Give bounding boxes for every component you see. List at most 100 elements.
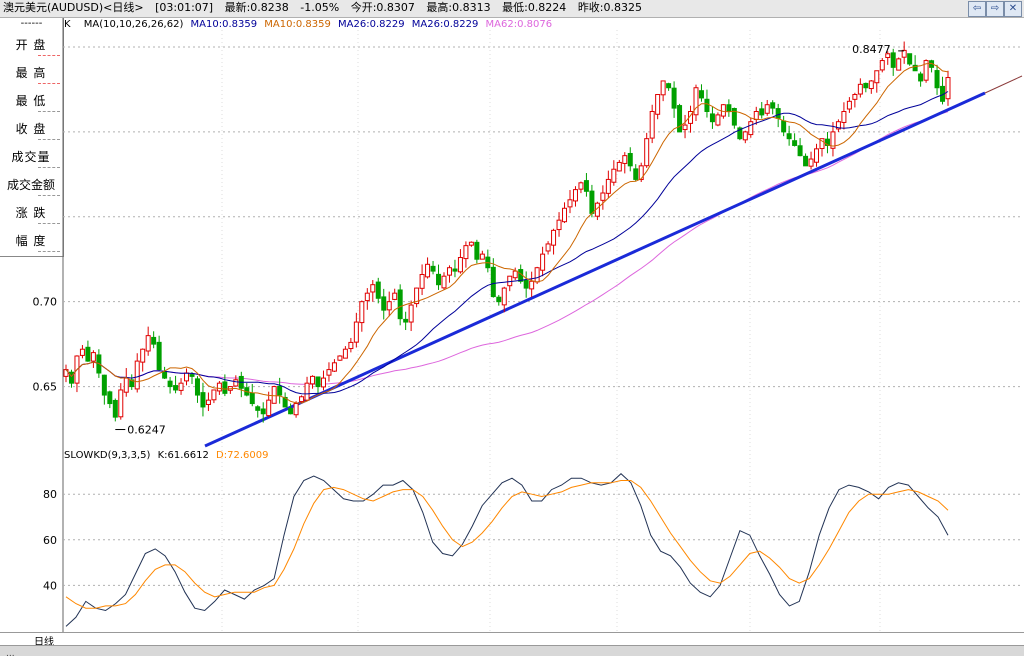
candle-body <box>868 80 874 90</box>
stoch-tick-label: 40 <box>43 579 57 592</box>
candle-body <box>260 408 266 415</box>
candle-body <box>764 104 770 114</box>
candle-body <box>666 83 672 89</box>
candle-body <box>403 318 409 323</box>
candle-body <box>118 389 124 418</box>
candle-body <box>693 87 699 116</box>
candle-body <box>320 377 326 388</box>
candle-body <box>375 281 381 299</box>
status-bar: ... <box>0 645 1024 656</box>
candle-body <box>200 392 206 408</box>
candle-body <box>846 100 852 110</box>
candle-body <box>611 168 617 183</box>
candle-body <box>222 381 228 394</box>
ma62-value: MA62:0.8076 <box>485 19 553 30</box>
candle-body <box>364 292 370 302</box>
candle-body <box>408 304 414 323</box>
candle-body <box>857 83 863 95</box>
candle-body <box>446 267 452 276</box>
candle-body <box>890 52 896 68</box>
candle-body <box>540 253 546 271</box>
candle-body <box>523 279 529 289</box>
candle-body <box>709 113 715 123</box>
candle-body <box>490 266 496 298</box>
candle-body <box>770 102 776 109</box>
candle-body <box>463 245 469 260</box>
candle-body <box>184 372 190 382</box>
candle-body <box>381 296 387 311</box>
candle-body <box>803 155 809 167</box>
candle-body <box>655 94 661 115</box>
candle-body <box>419 274 425 289</box>
candle-body <box>79 348 85 356</box>
ma-legend: K MA(10,10,26,26,62) MA10:0.8359 MA10:0.… <box>64 19 552 30</box>
candle-body <box>874 70 880 84</box>
candle-body <box>534 267 540 283</box>
candle-body <box>173 385 179 391</box>
candle-body <box>589 190 595 214</box>
candle-body <box>304 382 310 401</box>
stoch-k-value: K:61.6612 <box>157 450 209 461</box>
candle-body <box>430 265 436 272</box>
candle-body <box>879 60 885 71</box>
candle-body <box>233 379 239 387</box>
candle-body <box>189 374 195 377</box>
candle-body <box>545 243 551 252</box>
candle-body <box>616 161 622 172</box>
candle-body <box>671 87 677 109</box>
ma26-b-value: MA26:0.8229 <box>411 19 479 30</box>
ma10-a-value: MA10:0.8359 <box>190 19 258 30</box>
candle-body <box>194 378 200 396</box>
candle-body <box>715 114 721 126</box>
candle-body <box>123 377 129 393</box>
candle-body <box>918 73 924 82</box>
candle-body <box>293 403 299 416</box>
candle-body <box>775 108 781 119</box>
stoch-tick-label: 60 <box>43 534 57 547</box>
candle-body <box>90 352 96 362</box>
stoch-tick-label: 80 <box>43 488 57 501</box>
ma-params: MA(10,10,26,26,62) <box>83 19 184 30</box>
candle-body <box>342 348 348 359</box>
candle-body <box>622 155 628 164</box>
candle-body <box>277 385 283 396</box>
candle-body <box>814 148 820 163</box>
candle-body <box>337 355 343 361</box>
candle-body <box>315 376 321 388</box>
candle-body <box>107 391 113 405</box>
candle-body <box>392 292 398 300</box>
stoch-d-value: D:72.6009 <box>216 450 269 461</box>
ma10-b-value: MA10:0.8359 <box>264 19 331 30</box>
candle-body <box>529 280 535 290</box>
candle-body <box>359 301 365 324</box>
candle-body <box>288 407 294 415</box>
candle-body <box>266 399 272 417</box>
candle-body <box>567 199 573 208</box>
stoch-d-line <box>65 480 949 609</box>
candle-body <box>370 284 376 293</box>
candle-body <box>134 360 140 390</box>
candle-body <box>863 82 869 89</box>
price-tick-label: 0.65 <box>33 381 58 394</box>
candle-body <box>145 335 151 352</box>
candle-body <box>348 341 354 350</box>
k-label: K <box>64 19 71 30</box>
candle-body <box>786 133 792 140</box>
candle-body <box>562 207 568 223</box>
candle-body <box>901 49 907 58</box>
candle-body <box>759 108 765 116</box>
candle-body <box>468 241 474 246</box>
ma10-line <box>65 62 949 404</box>
candle-body <box>742 131 748 141</box>
candle-body <box>934 70 940 89</box>
candle-body <box>753 111 759 121</box>
ma26-a-value: MA26:0.8229 <box>338 19 405 30</box>
candle-body <box>556 219 562 231</box>
candle-body <box>792 140 798 146</box>
candle-body <box>781 120 787 133</box>
chart-canvas[interactable]: 0.650.700.84770.624740608020090103040506… <box>0 0 1024 655</box>
candle-body <box>600 192 606 201</box>
candle-body <box>436 273 442 286</box>
candle-body <box>452 268 458 272</box>
candle-body <box>512 270 518 279</box>
